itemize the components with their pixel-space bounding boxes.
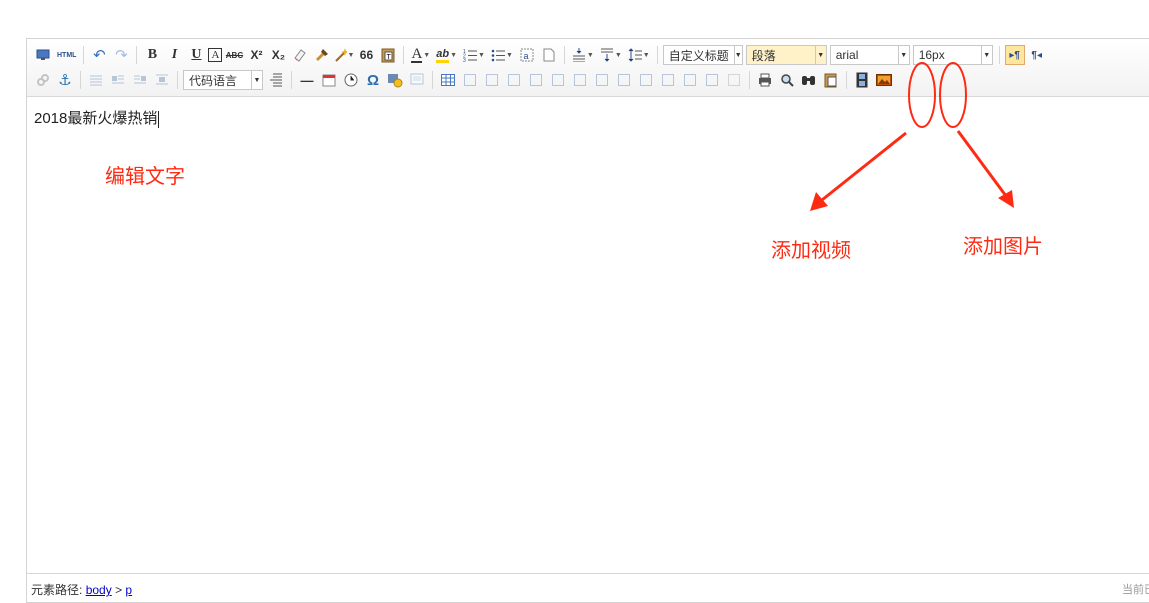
separator <box>177 71 178 89</box>
add-video-annotation: 添加视频 <box>771 238 851 262</box>
image-left-icon[interactable] <box>108 70 128 90</box>
insert-video-icon[interactable] <box>852 70 872 90</box>
svg-text:T: T <box>387 54 392 61</box>
element-path: 元素路径: body > p <box>31 581 132 598</box>
font-color-button[interactable]: A ▼ <box>409 45 432 65</box>
insert-image-icon[interactable] <box>874 70 894 90</box>
element-path-p-link[interactable]: p <box>125 583 132 597</box>
table-props-icon[interactable] <box>724 70 744 90</box>
date-icon[interactable] <box>319 70 339 90</box>
font-size-select[interactable]: 16px ▼ <box>912 45 993 65</box>
line-height-icon[interactable]: ▼ <box>626 45 652 65</box>
link-icon[interactable] <box>33 70 53 90</box>
format-painter-icon[interactable] <box>312 45 332 65</box>
word-image-icon[interactable] <box>821 70 841 90</box>
content-paragraph: 2018最新火爆热销 <box>34 110 158 127</box>
back-color-button[interactable]: ab ▼ <box>434 45 459 65</box>
html-source-button[interactable]: HTML <box>55 45 78 65</box>
clear-doc-icon[interactable] <box>539 45 559 65</box>
special-chars-button[interactable]: Ω <box>363 70 383 90</box>
toolbar-row-2: ⚓ 代码语言 ▼ — Ω <box>33 68 896 92</box>
separator <box>80 71 81 89</box>
insert-paragraph-before-table-icon[interactable] <box>482 70 502 90</box>
element-path-label: 元素路径: <box>31 583 83 597</box>
toolbar-row-1: HTML ↶ ↷ B I U A ABC X² X₂ ▼ 66 T A ▼ ab ▼… <box>33 43 1049 67</box>
subscript-button[interactable]: X₂ <box>268 45 288 65</box>
italic-button[interactable]: I <box>164 45 184 65</box>
code-language-select[interactable]: 代码语言 ▼ <box>183 70 263 90</box>
bold-button[interactable]: B <box>142 45 162 65</box>
anchor-icon[interactable]: ⚓ <box>55 70 75 90</box>
editor-content-area[interactable]: 2018最新火爆热销 <box>34 107 160 128</box>
ltr-direction-icon[interactable]: ▸¶ <box>1004 45 1025 65</box>
separator <box>563 46 565 64</box>
separator <box>749 71 750 89</box>
svg-text:a: a <box>523 51 528 61</box>
merge-right-icon[interactable] <box>614 70 634 90</box>
separator <box>291 71 292 89</box>
eraser-icon[interactable] <box>290 45 310 65</box>
merge-cells-icon[interactable] <box>592 70 612 90</box>
select-all-icon[interactable]: a <box>517 45 537 65</box>
paragraph-spacing-bottom-icon[interactable]: ▼ <box>598 45 624 65</box>
split-cols-icon[interactable] <box>702 70 722 90</box>
redo-icon[interactable]: ↷ <box>111 45 131 65</box>
unordered-list-icon[interactable]: ▼ <box>489 45 515 65</box>
emoticon-icon[interactable] <box>385 70 405 90</box>
delete-col-icon[interactable] <box>570 70 590 90</box>
editor-statusbar: 元素路径: body > p 当前已 <box>27 573 1149 602</box>
add-image-annotation: 添加图片 <box>963 234 1043 258</box>
search-replace-icon[interactable] <box>799 70 819 90</box>
split-cells-icon[interactable] <box>658 70 678 90</box>
auto-typeset-icon[interactable]: ▼ <box>334 45 354 65</box>
custom-title-select[interactable]: 自定义标题 ▼ <box>662 45 743 65</box>
insert-col-icon[interactable] <box>548 70 568 90</box>
text-cursor <box>158 110 160 128</box>
delete-table-icon[interactable] <box>460 70 480 90</box>
separator <box>83 46 85 64</box>
print-icon[interactable] <box>755 70 775 90</box>
insert-table-icon[interactable] <box>438 70 458 90</box>
paragraph-format-select[interactable]: 段落 ▼ <box>745 45 827 65</box>
image-right-icon[interactable] <box>130 70 150 90</box>
page-break-icon[interactable] <box>266 70 286 90</box>
superscript-button[interactable]: X² <box>246 45 266 65</box>
separator <box>846 71 847 89</box>
font-family-select[interactable]: arial ▼ <box>829 45 910 65</box>
rich-text-editor: HTML ↶ ↷ B I U A ABC X² X₂ ▼ 66 T A ▼ ab ▼… <box>26 38 1149 603</box>
split-rows-icon[interactable] <box>680 70 700 90</box>
insert-frame-icon[interactable] <box>407 70 427 90</box>
separator <box>998 46 1000 64</box>
separator <box>656 46 658 64</box>
separator <box>136 46 138 64</box>
time-icon[interactable] <box>341 70 361 90</box>
strikethrough-button[interactable]: ABC <box>224 45 244 65</box>
image-center-icon[interactable] <box>152 70 172 90</box>
blockquote-button[interactable]: 66 <box>356 45 376 65</box>
word-count-text: 当前已 <box>1122 584 1149 596</box>
preview-icon[interactable] <box>777 70 797 90</box>
svg-text:3: 3 <box>463 58 466 62</box>
element-path-separator: > <box>115 583 123 597</box>
separator <box>403 46 405 64</box>
underline-button[interactable]: U <box>186 45 206 65</box>
paste-plain-icon[interactable]: T <box>378 45 398 65</box>
horizontal-rule-button[interactable]: — <box>297 70 317 90</box>
edit-text-annotation: 编辑文字 <box>105 164 185 188</box>
separator <box>432 71 433 89</box>
undo-icon[interactable]: ↶ <box>89 45 109 65</box>
insert-row-icon[interactable] <box>504 70 524 90</box>
rtl-direction-icon[interactable]: ¶◂ <box>1027 45 1047 65</box>
ordered-list-icon[interactable]: 1 2 3 ▼ <box>461 45 487 65</box>
delete-row-icon[interactable] <box>526 70 546 90</box>
paragraph-spacing-top-icon[interactable]: ▼ <box>570 45 596 65</box>
fullscreen-icon[interactable] <box>33 45 53 65</box>
image-none-icon[interactable] <box>86 70 106 90</box>
font-border-button[interactable]: A <box>208 48 223 62</box>
merge-down-icon[interactable] <box>636 70 656 90</box>
element-path-body-link[interactable]: body <box>86 583 112 597</box>
editor-toolbar: HTML ↶ ↷ B I U A ABC X² X₂ ▼ 66 T A ▼ ab ▼… <box>27 39 1149 97</box>
